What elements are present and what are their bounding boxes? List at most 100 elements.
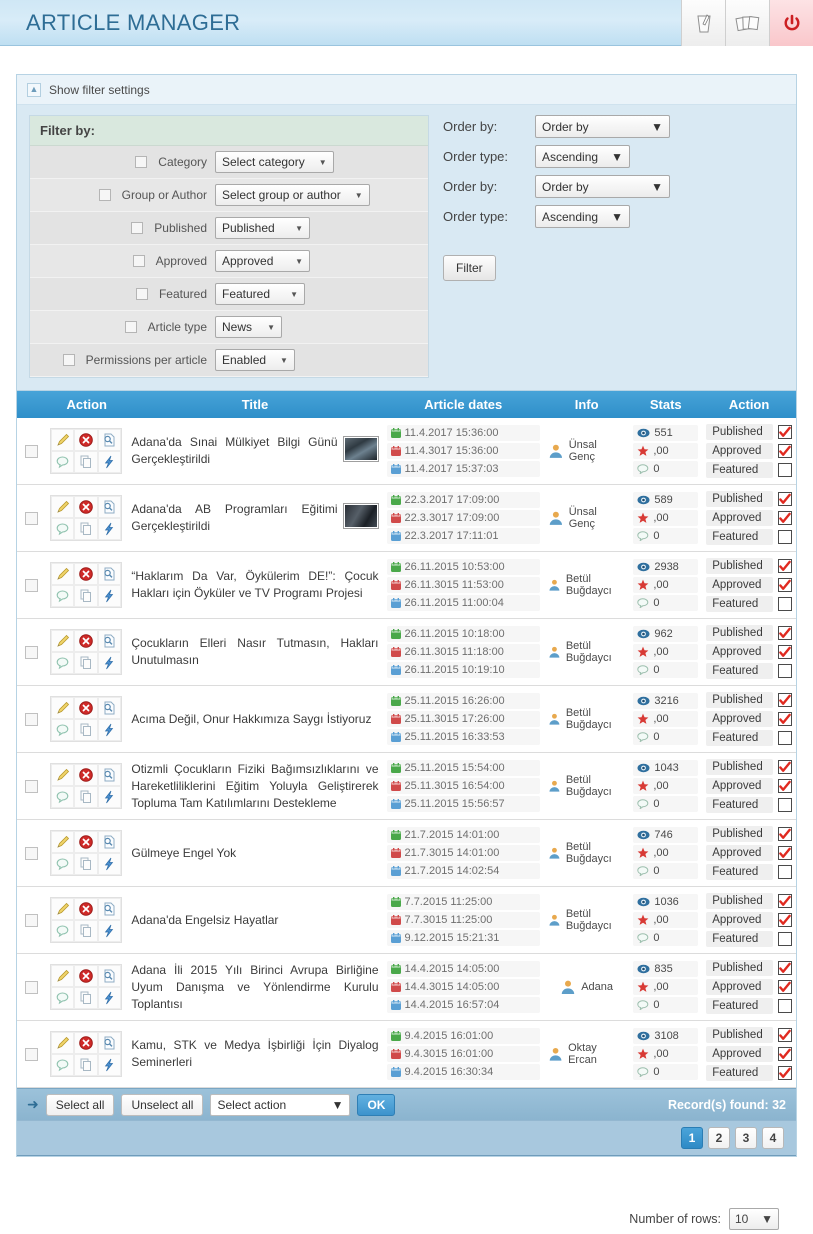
flag-checkbox-approved[interactable] bbox=[778, 444, 792, 458]
filter-select-2[interactable]: Published ▼ bbox=[215, 217, 310, 239]
delete-icon-button[interactable] bbox=[74, 630, 98, 652]
comments-icon-button[interactable] bbox=[51, 451, 75, 473]
power-icon-button[interactable] bbox=[769, 0, 813, 46]
row-select-cell[interactable] bbox=[17, 753, 46, 820]
flag-checkbox-featured[interactable] bbox=[778, 865, 792, 879]
delete-icon-button[interactable] bbox=[74, 898, 98, 920]
row-checkbox[interactable] bbox=[25, 846, 39, 860]
flag-checkbox-published[interactable] bbox=[778, 760, 792, 774]
comments-icon-button[interactable] bbox=[51, 786, 75, 808]
filter-checkbox-4[interactable] bbox=[135, 288, 151, 300]
select-action-dropdown[interactable]: Select action ▼ bbox=[210, 1093, 351, 1116]
copy-icon-button[interactable] bbox=[74, 585, 98, 607]
filter-select-3[interactable]: Approved ▼ bbox=[215, 250, 310, 272]
author-name[interactable]: Betül Buğdaycı bbox=[566, 841, 626, 865]
flag-checkbox-featured[interactable] bbox=[778, 731, 792, 745]
order-select-0[interactable]: Order by ▼ bbox=[535, 115, 670, 138]
copy-icon-button[interactable] bbox=[74, 987, 98, 1009]
author-name[interactable]: Adana bbox=[581, 981, 613, 993]
copy-icon-button[interactable] bbox=[74, 1054, 98, 1076]
filter-select-4[interactable]: Featured ▼ bbox=[215, 283, 305, 305]
comments-icon-button[interactable] bbox=[51, 920, 75, 942]
order-select-2[interactable]: Order by ▼ bbox=[535, 175, 670, 198]
flag-checkbox-approved[interactable] bbox=[778, 913, 792, 927]
author-name[interactable]: Betül Buğdaycı bbox=[566, 774, 626, 798]
row-title[interactable]: Adana İli 2015 Yılı Birinci Avrupa Birli… bbox=[131, 962, 378, 1013]
delete-icon-button[interactable] bbox=[74, 1032, 98, 1054]
flag-checkbox-published[interactable] bbox=[778, 1028, 792, 1042]
article-thumbnail[interactable] bbox=[342, 436, 379, 462]
article-thumbnail[interactable] bbox=[342, 503, 379, 529]
comments-icon-button[interactable] bbox=[51, 652, 75, 674]
delete-icon-button[interactable] bbox=[74, 965, 98, 987]
copy-icon-button[interactable] bbox=[74, 920, 98, 942]
filter-checkbox-6[interactable] bbox=[62, 354, 78, 366]
filter-checkbox-3[interactable] bbox=[132, 255, 148, 267]
page-button-2[interactable]: 2 bbox=[708, 1127, 730, 1149]
delete-icon-button[interactable] bbox=[74, 697, 98, 719]
edit-pencil-icon-button[interactable] bbox=[51, 764, 75, 786]
col-title[interactable]: Title bbox=[127, 391, 383, 418]
edit-pencil-icon-button[interactable] bbox=[51, 630, 75, 652]
flag-checkbox-published[interactable] bbox=[778, 827, 792, 841]
rows-dropdown[interactable]: 10 ▼ bbox=[729, 1208, 779, 1230]
row-checkbox[interactable] bbox=[25, 645, 39, 659]
preview-icon-button[interactable] bbox=[97, 965, 122, 987]
copy-icon-button[interactable] bbox=[74, 853, 98, 875]
publish-bolt-icon-button[interactable] bbox=[97, 652, 122, 674]
author-name[interactable]: Betül Buğdaycı bbox=[566, 573, 626, 597]
edit-pencil-icon-button[interactable] bbox=[51, 1032, 75, 1054]
col-stats[interactable]: Stats bbox=[629, 391, 703, 418]
flag-checkbox-featured[interactable] bbox=[778, 530, 792, 544]
filter-select-6[interactable]: Enabled ▼ bbox=[215, 349, 295, 371]
flag-checkbox-approved[interactable] bbox=[778, 511, 792, 525]
col-action-left[interactable]: Action bbox=[46, 391, 128, 418]
copy-icon-button[interactable] bbox=[74, 719, 98, 741]
row-checkbox[interactable] bbox=[25, 511, 39, 525]
edit-pencil-icon-button[interactable] bbox=[51, 429, 75, 451]
filter-checkbox-0[interactable] bbox=[135, 156, 150, 168]
row-select-cell[interactable] bbox=[17, 619, 46, 686]
order-select-3[interactable]: Ascending ▼ bbox=[535, 205, 630, 228]
publish-bolt-icon-button[interactable] bbox=[97, 987, 122, 1009]
flag-checkbox-approved[interactable] bbox=[778, 1047, 792, 1061]
row-title[interactable]: Acıma Değil, Onur Hakkımıza Saygı İstiyo… bbox=[131, 711, 371, 728]
row-title[interactable]: Kamu, STK ve Medya İşbirliği İçin Diyalo… bbox=[131, 1037, 378, 1071]
row-title[interactable]: Otizmli Çocukların Fiziki Bağımsızlıklar… bbox=[131, 761, 378, 812]
delete-icon-button[interactable] bbox=[74, 764, 98, 786]
filter-select-5[interactable]: News ▼ bbox=[215, 316, 282, 338]
row-checkbox[interactable] bbox=[25, 444, 39, 458]
preview-icon-button[interactable] bbox=[97, 764, 122, 786]
author-name[interactable]: Betül Buğdaycı bbox=[566, 908, 626, 932]
filter-select-0[interactable]: Select category ▼ bbox=[215, 151, 334, 173]
publish-bolt-icon-button[interactable] bbox=[97, 920, 122, 942]
filter-checkbox-2[interactable] bbox=[131, 222, 146, 234]
publish-bolt-icon-button[interactable] bbox=[97, 518, 122, 540]
row-select-cell[interactable] bbox=[17, 820, 46, 887]
row-checkbox[interactable] bbox=[25, 578, 39, 592]
order-select-1[interactable]: Ascending ▼ bbox=[535, 145, 630, 168]
ok-button[interactable]: OK bbox=[357, 1093, 396, 1116]
publish-bolt-icon-button[interactable] bbox=[97, 1054, 122, 1076]
page-button-1[interactable]: 1 bbox=[681, 1127, 703, 1149]
row-title[interactable]: “Haklarım Da Var, Öykülerim DE!”: Çocuk … bbox=[131, 568, 378, 602]
comments-icon-button[interactable] bbox=[51, 1054, 75, 1076]
author-name[interactable]: Ünsal Genç bbox=[569, 439, 626, 463]
author-name[interactable]: Oktay Ercan bbox=[568, 1042, 625, 1066]
publish-bolt-icon-button[interactable] bbox=[97, 451, 122, 473]
flag-checkbox-approved[interactable] bbox=[778, 645, 792, 659]
flag-checkbox-approved[interactable] bbox=[778, 980, 792, 994]
filter-checkbox-5[interactable] bbox=[124, 321, 140, 333]
flag-checkbox-published[interactable] bbox=[778, 425, 792, 439]
page-button-3[interactable]: 3 bbox=[735, 1127, 757, 1149]
flag-checkbox-published[interactable] bbox=[778, 693, 792, 707]
publish-bolt-icon-button[interactable] bbox=[97, 719, 122, 741]
flag-checkbox-published[interactable] bbox=[778, 961, 792, 975]
flag-checkbox-featured[interactable] bbox=[778, 932, 792, 946]
filter-button[interactable]: Filter bbox=[443, 255, 496, 281]
publish-bolt-icon-button[interactable] bbox=[97, 853, 122, 875]
filter-checkbox-1[interactable] bbox=[98, 189, 114, 201]
row-title[interactable]: Adana'da Engelsiz Hayatlar bbox=[131, 912, 278, 929]
preview-icon-button[interactable] bbox=[97, 429, 122, 451]
filter-select-1[interactable]: Select group or author ▼ bbox=[215, 184, 370, 206]
